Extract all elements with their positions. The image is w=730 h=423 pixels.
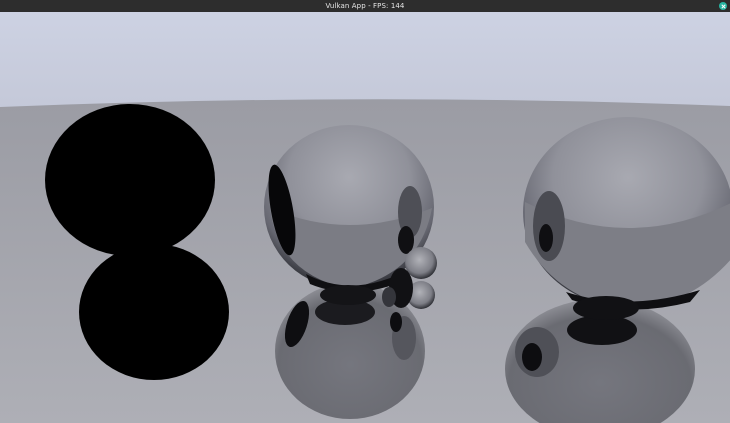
window-title: Vulkan App - FPS: 144 bbox=[325, 2, 405, 10]
close-icon[interactable] bbox=[719, 2, 727, 10]
center-reflection-small-dark bbox=[390, 312, 402, 332]
center-sphere-base-shadow bbox=[320, 285, 376, 305]
right-sphere-left-dark bbox=[539, 224, 553, 252]
right-sphere-base-shadow bbox=[573, 296, 639, 320]
app-window: Vulkan App - FPS: 144 bbox=[0, 0, 730, 423]
black-sphere-reflection bbox=[79, 244, 229, 380]
small-sphere-cluster-detail bbox=[382, 287, 396, 307]
scene-canvas bbox=[0, 12, 730, 423]
right-reflection-small-dark bbox=[522, 343, 542, 371]
sky bbox=[0, 12, 730, 112]
render-viewport[interactable] bbox=[0, 12, 730, 423]
small-mirror-sphere bbox=[405, 247, 437, 279]
center-sphere-right-dark bbox=[398, 226, 414, 254]
black-sphere-left bbox=[45, 104, 215, 256]
title-bar[interactable]: Vulkan App - FPS: 144 bbox=[0, 0, 730, 12]
